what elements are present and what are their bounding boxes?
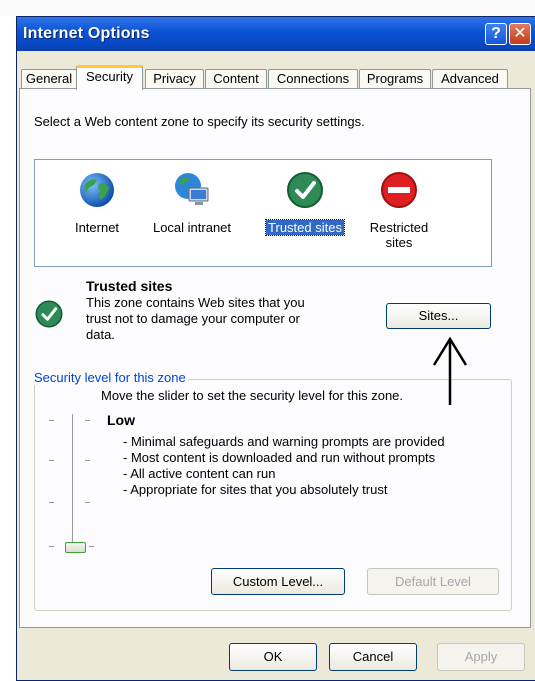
- level-name: Low: [107, 412, 135, 428]
- security-level-slider-thumb[interactable]: [65, 542, 86, 553]
- zone-info-line-2: trust not to damage your computer or: [86, 311, 300, 326]
- security-level-group: Security level for this zone Move the sl…: [34, 370, 512, 611]
- slider-tick: [49, 546, 54, 547]
- slider-tick: [49, 460, 54, 461]
- apply-button[interactable]: Apply: [437, 643, 525, 671]
- zone-internet[interactable]: Internet: [47, 160, 147, 266]
- level-bullet: - All active content can run: [123, 466, 276, 481]
- custom-level-button[interactable]: Custom Level...: [211, 568, 345, 595]
- ok-button[interactable]: OK: [229, 643, 317, 671]
- slider-instruction: Move the slider to set the security leve…: [101, 388, 404, 403]
- level-bullet: - Most content is downloaded and run wit…: [123, 450, 436, 465]
- zone-trusted-sites[interactable]: Trusted sites: [255, 160, 355, 266]
- globe-icon: [80, 173, 114, 207]
- zone-restricted-sites[interactable]: Restricted sites: [349, 160, 449, 266]
- level-bullet: - Appropriate for sites that you absolut…: [123, 482, 388, 497]
- slider-tick: [85, 420, 90, 421]
- no-entry-icon: [381, 172, 417, 208]
- tab-security[interactable]: Security: [76, 65, 143, 90]
- cancel-button[interactable]: Cancel: [329, 643, 417, 671]
- zone-info-line-1: This zone contains Web sites that you: [86, 295, 305, 310]
- help-button[interactable]: ?: [485, 23, 507, 45]
- tab-privacy[interactable]: Privacy: [145, 69, 204, 89]
- tab-strip: General Security Privacy Content Connect…: [17, 65, 535, 90]
- close-button[interactable]: ✕: [509, 23, 531, 45]
- trusted-checkmark-icon: [35, 300, 63, 328]
- slider-tick: [49, 420, 54, 421]
- zone-local-intranet-label: Local intranet: [152, 220, 232, 235]
- desktop-background: [0, 0, 535, 16]
- sites-button[interactable]: Sites...: [386, 303, 491, 329]
- zone-internet-label: Internet: [74, 220, 120, 235]
- tab-content[interactable]: Content: [205, 69, 267, 89]
- slider-tick: [85, 460, 90, 461]
- title-bar[interactable]: Internet Options ? ✕: [17, 17, 535, 51]
- slider-tick: [85, 502, 90, 503]
- tab-advanced[interactable]: Advanced: [432, 69, 508, 89]
- window-title: Internet Options: [23, 25, 150, 42]
- checkmark-icon: [287, 172, 323, 208]
- tab-general[interactable]: General: [21, 69, 77, 89]
- intranet-icon: [175, 173, 209, 205]
- zone-trusted-sites-label: Trusted sites: [265, 219, 345, 236]
- default-level-button[interactable]: Default Level: [367, 568, 499, 595]
- zone-restricted-sites-label: Restricted sites: [369, 220, 429, 250]
- internet-options-dialog: Internet Options ? ✕ General Security Pr…: [16, 16, 535, 681]
- zone-prompt: Select a Web content zone to specify its…: [34, 114, 365, 129]
- slider-tick: [89, 546, 94, 547]
- tab-programs[interactable]: Programs: [359, 69, 431, 89]
- security-level-group-title: Security level for this zone: [34, 370, 188, 385]
- slider-track[interactable]: [72, 414, 76, 544]
- annotation-arrow-icon: [432, 336, 468, 405]
- zone-info-line-3: data.: [86, 327, 115, 342]
- zone-local-intranet[interactable]: Local intranet: [137, 160, 247, 266]
- level-bullet: - Minimal safeguards and warning prompts…: [123, 434, 445, 449]
- zone-list: Internet Local intranet Trusted sites Re…: [34, 159, 492, 267]
- tab-connections[interactable]: Connections: [268, 69, 358, 89]
- slider-tick: [49, 502, 54, 503]
- zone-info-title: Trusted sites: [86, 278, 173, 294]
